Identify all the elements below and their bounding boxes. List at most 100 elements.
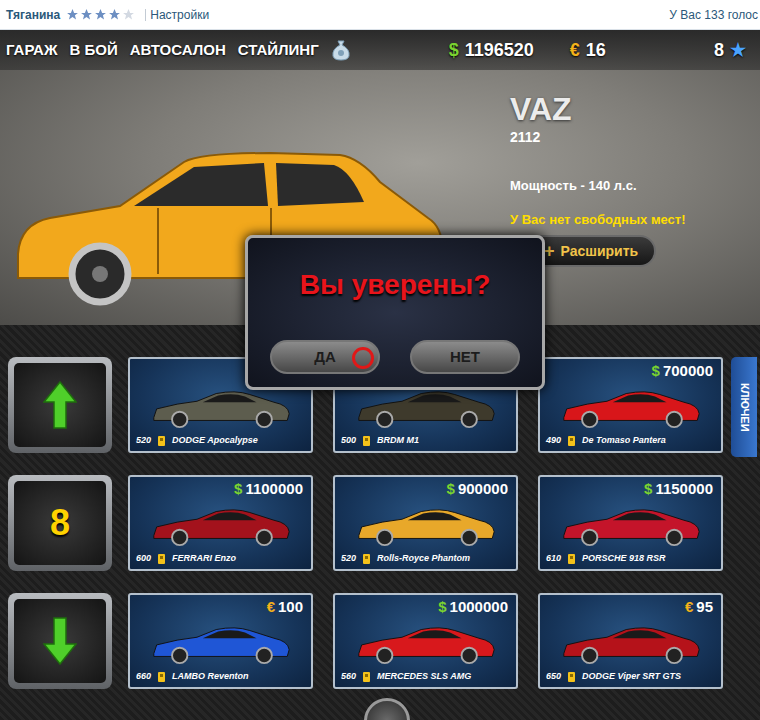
page-number: 8 — [8, 475, 112, 571]
car-stats: 490De Tomaso Pantera — [540, 433, 721, 451]
fuel-icon — [568, 554, 575, 564]
car-name: PORSCHE 918 RSR — [582, 552, 666, 566]
car-icon — [146, 383, 296, 431]
car-card[interactable]: $1150000 610PORSCHE 918 RSR — [538, 475, 723, 571]
user-link[interactable]: Тяганина — [6, 6, 60, 24]
fuel-icon — [158, 436, 165, 446]
yes-button[interactable]: ДА — [270, 340, 380, 374]
rating-stars — [66, 8, 135, 21]
car-power: 520 — [136, 434, 151, 448]
price-amount: 95 — [696, 596, 713, 619]
up-arrow-icon — [43, 380, 77, 430]
car-price: $1150000 — [540, 477, 721, 499]
fuel-icon — [363, 436, 370, 446]
fuel-icon — [363, 672, 370, 682]
car-name: LAMBO Reventon — [172, 670, 249, 684]
price-amount: 700000 — [663, 360, 713, 383]
price-amount: 1000000 — [450, 596, 508, 619]
plus-icon: + — [544, 242, 555, 260]
star-icon — [94, 8, 107, 21]
car-make: VAZ — [510, 92, 686, 127]
car-card[interactable]: $1000000560MERCEDES SLS AMG — [333, 593, 518, 689]
car-card[interactable]: €100 660 LAMBO Reventon — [128, 593, 313, 689]
fuel-icon — [568, 436, 575, 446]
player-level: 8★ — [714, 37, 746, 64]
car-card[interactable]: $1100000 600 FERRARI Enzo — [128, 475, 313, 571]
cursor-ring — [352, 347, 374, 369]
no-button[interactable]: НЕТ — [410, 340, 520, 374]
votes-count: У Вас 133 голос — [669, 6, 758, 24]
car-name: De Tomaso Pantera — [582, 434, 666, 448]
car-price: €100 — [130, 595, 311, 617]
car-card[interactable]: $900000 520Rolls-Royce Phantom — [333, 475, 518, 571]
car-power: 600 — [136, 552, 151, 566]
fuel-icon — [363, 554, 370, 564]
nav-item[interactable]: ГАРАЖ — [6, 39, 57, 62]
car-card[interactable]: €95650DODGE Viper SRT GTS — [538, 593, 723, 689]
car-price: $700000 — [540, 359, 721, 381]
shop-grid: $520 DODGE Apocalypse 500 BRDM M1 $700000 490… — [128, 357, 723, 720]
expand-label: Расширить — [561, 241, 639, 262]
car-name: BRDM M1 — [377, 434, 419, 448]
nav-item[interactable]: В БОЙ — [69, 39, 117, 62]
car-icon — [556, 383, 706, 431]
car-power: Мощность - 140 л.с. — [510, 176, 686, 196]
nav-item[interactable]: СТАЙЛИНГ — [238, 39, 319, 62]
star-icon — [108, 8, 121, 21]
euro-symbol: € — [570, 37, 580, 64]
car-icon — [351, 383, 501, 431]
currency-symbol: $ — [652, 360, 660, 383]
car-stats: 560 MERCEDES SLS AMG — [335, 669, 516, 687]
dollar-symbol: $ — [449, 37, 459, 64]
pager: 8 — [8, 357, 112, 720]
currency-symbol: $ — [644, 478, 652, 501]
price-amount: 1150000 — [655, 478, 713, 501]
car-card[interactable]: $700000 490De Tomaso Pantera — [538, 357, 723, 453]
level-star: ★ — [730, 37, 746, 64]
car-stats: 520 DODGE Apocalypse — [130, 433, 311, 451]
car-icon — [146, 619, 296, 667]
car-name: FERRARI Enzo — [172, 552, 236, 566]
separator — [145, 6, 146, 24]
fuel-icon — [158, 554, 165, 564]
button-label: НЕТ — [450, 346, 480, 369]
dollar-amount: 1196520 — [465, 37, 534, 64]
car-icon — [351, 501, 501, 549]
car-model: 2112 — [510, 127, 686, 148]
page-value: 8 — [50, 496, 70, 550]
garage-full-warning: У Вас нет свободных мест! — [510, 210, 686, 230]
expand-button[interactable]: + Расширить — [526, 235, 656, 267]
price-amount: 900000 — [458, 478, 508, 501]
car-power: 500 — [341, 434, 356, 448]
car-name: MERCEDES SLS AMG — [377, 670, 471, 684]
page-up-button[interactable] — [8, 357, 112, 453]
star-icon — [122, 8, 135, 21]
price-amount: 1100000 — [245, 478, 303, 501]
car-stats: 610PORSCHE 918 RSR — [540, 551, 721, 569]
level-value: 8 — [714, 37, 724, 64]
page-down-button[interactable] — [8, 593, 112, 689]
car-price: €95 — [540, 595, 721, 617]
keys-tab[interactable]: КЛЮЧЕИ — [731, 357, 757, 457]
car-price: $900000 — [335, 477, 516, 499]
car-stats: 520Rolls-Royce Phantom — [335, 551, 516, 569]
money-bag-icon — [331, 39, 351, 61]
currency-symbol: $ — [447, 478, 455, 501]
star-icon — [66, 8, 79, 21]
confirm-dialog: Вы уверены?ДАНЕТ — [245, 235, 545, 390]
nav-item[interactable]: АВТОСАЛОН — [130, 39, 226, 62]
settings-link[interactable]: Настройки — [150, 6, 209, 24]
car-stats: 500 BRDM M1 — [335, 433, 516, 451]
car-power: 560 — [341, 670, 356, 684]
button-label: ДА — [314, 346, 336, 369]
car-power: 660 — [136, 670, 151, 684]
dialog-buttons: ДА НЕТ — [270, 340, 520, 374]
car-icon — [556, 501, 706, 549]
fuel-icon — [158, 672, 165, 682]
car-price: $1100000 — [130, 477, 311, 499]
scroll-knob[interactable] — [364, 698, 410, 720]
game-nav: ГАРАЖВ БОЙАВТОСАЛОНСТАЙЛИНГ$1196520€168★ — [0, 30, 760, 70]
car-icon — [556, 619, 706, 667]
currency-symbol: € — [267, 596, 275, 619]
car-name: DODGE Apocalypse — [172, 434, 258, 448]
